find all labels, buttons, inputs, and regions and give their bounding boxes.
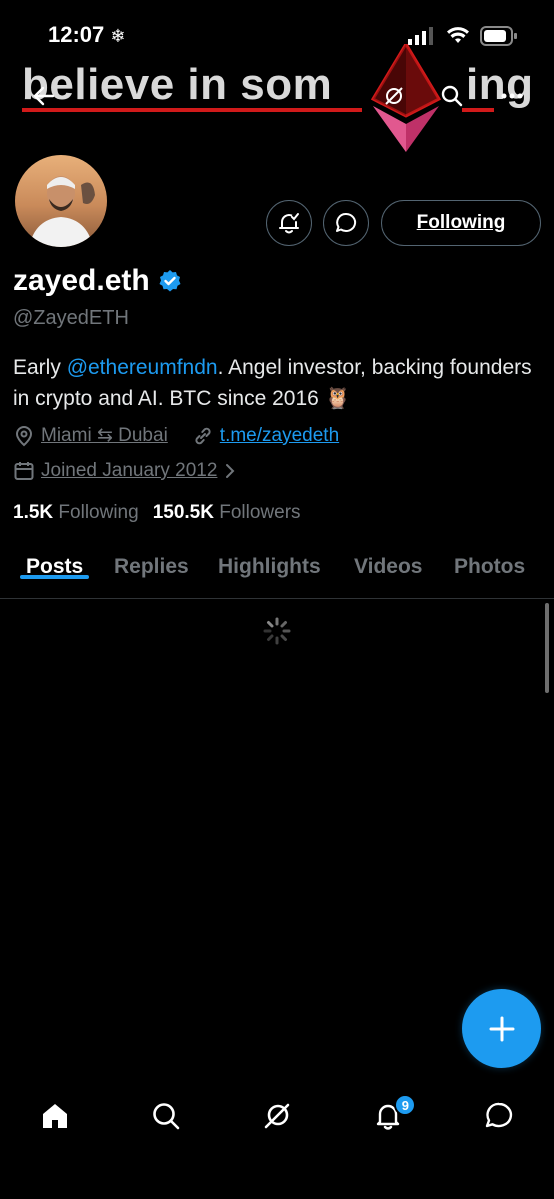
banner-text: believe in som ing (22, 60, 534, 109)
more-icon (501, 93, 523, 99)
tab-photos[interactable]: Photos (454, 542, 525, 579)
compose-post-button[interactable] (462, 989, 541, 1068)
joined-text: Joined January 2012 (41, 460, 218, 481)
plus-icon (489, 1016, 514, 1041)
bell-check-icon (279, 213, 299, 234)
search-icon (441, 85, 463, 107)
nav-messages[interactable] (443, 1080, 554, 1152)
message-button[interactable] (323, 200, 369, 246)
nav-notifications[interactable]: 9 (332, 1080, 443, 1152)
scrollbar[interactable] (545, 603, 549, 693)
chevron-right-icon (226, 464, 235, 478)
active-tab-indicator (20, 575, 90, 579)
link-icon (195, 427, 211, 444)
battery-icon (480, 26, 517, 46)
meta-location-website: Miami ⇆ Dubai t.me/zayedeth (13, 424, 339, 447)
snowflake-icon: ❄ (110, 26, 126, 46)
status-time: 12:07 ❄ (48, 22, 126, 47)
notifications-badge: 9 (394, 1094, 417, 1116)
nav-search[interactable] (111, 1080, 222, 1152)
bio: Early @ethereumfndn. Angel investor, bac… (13, 356, 532, 410)
location-pin-icon (15, 425, 33, 446)
grok-icon (385, 87, 403, 105)
meta-joined[interactable]: Joined January 2012 (13, 460, 237, 482)
bottom-navigation: 9 (0, 1080, 554, 1152)
nav-grok[interactable] (222, 1080, 333, 1152)
more-button[interactable] (494, 78, 530, 114)
avatar-image (15, 155, 107, 247)
wifi-icon (447, 27, 469, 43)
search-button[interactable] (434, 78, 470, 114)
calendar-icon (14, 462, 34, 480)
notify-button[interactable] (266, 200, 312, 246)
grok-header-button[interactable] (376, 78, 412, 114)
user-handle: @ZayedETH (13, 307, 129, 329)
nav-home[interactable] (0, 1080, 111, 1152)
followers-stat[interactable]: 150.5K Followers (153, 502, 301, 524)
search-icon (153, 1103, 180, 1130)
tab-posts[interactable]: Posts (20, 542, 90, 579)
bio-mention-link[interactable]: @ethereumfndn (67, 356, 218, 379)
banner-underline-right (462, 108, 494, 112)
messages-icon (485, 1102, 512, 1128)
tab-replies[interactable]: Replies (114, 542, 189, 579)
back-arrow-icon (33, 86, 55, 106)
profile-avatar[interactable] (12, 152, 110, 250)
tab-videos[interactable]: Videos (354, 542, 422, 579)
follow-stats: 1.5K Following 150.5K Followers (13, 502, 301, 524)
display-name: zayed.eth (13, 264, 182, 298)
banner-underline (22, 108, 362, 112)
verified-badge-icon[interactable] (158, 269, 182, 293)
location-text: Miami ⇆ Dubai (41, 425, 168, 446)
following-stat[interactable]: 1.5K Following (13, 502, 139, 524)
tab-highlights[interactable]: Highlights (218, 542, 321, 579)
signal-icon (408, 27, 433, 45)
message-bubble-icon (336, 212, 357, 232)
loading-spinner-icon (263, 617, 291, 645)
profile-tabs: Posts Replies Highlights Videos Photos (0, 542, 554, 599)
website-link[interactable]: t.me/zayedeth (220, 425, 339, 447)
status-icons (408, 26, 518, 46)
following-button[interactable]: Following (381, 200, 541, 246)
home-icon (43, 1104, 68, 1128)
back-button[interactable] (26, 78, 62, 114)
grok-icon (264, 1103, 290, 1129)
